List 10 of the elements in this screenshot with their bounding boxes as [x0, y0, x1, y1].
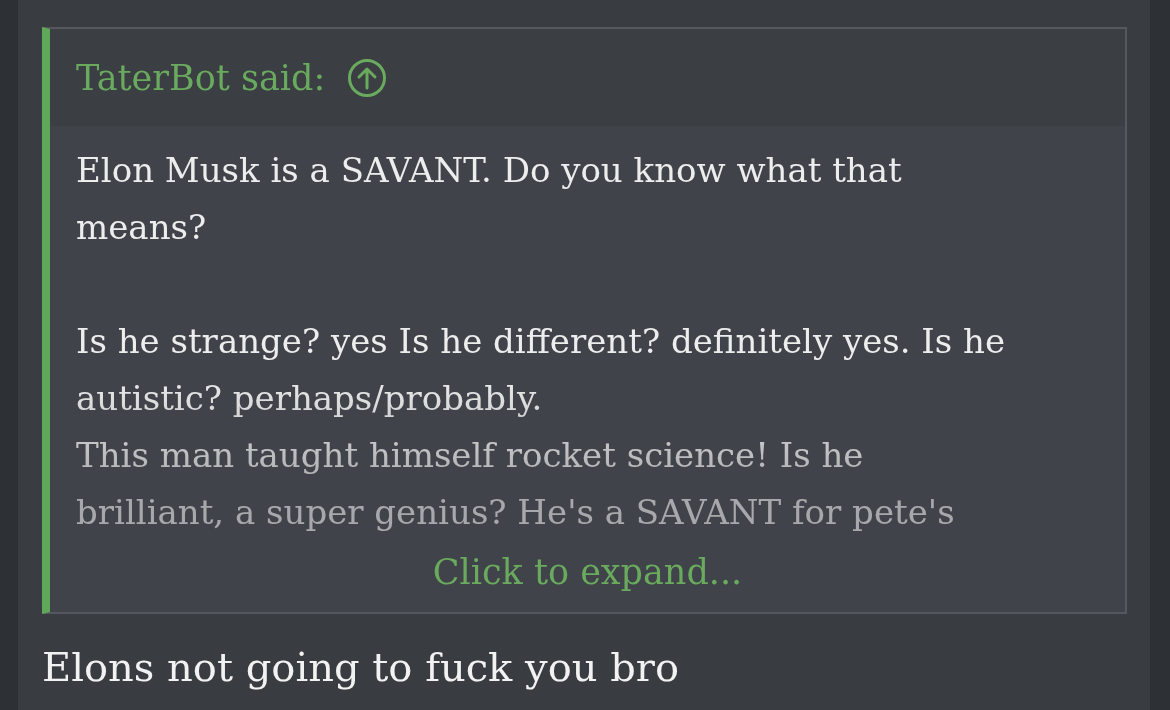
quote-text: autistic? perhaps/probably. — [76, 377, 544, 420]
expand-link[interactable]: Click to expand... — [432, 552, 743, 592]
post-text: Elons not going to fuck you bro — [42, 644, 680, 690]
quote-text: brilliant, a super genius? He's a SAVANT for pete's — [76, 491, 956, 534]
quote-text: Is he strange? yes Is he different? definitely yes. Is he — [76, 320, 1007, 363]
quote-text: Elon Musk is a SAVANT. Do you know what that — [76, 149, 903, 192]
quote-author[interactable]: TaterBot said: — [76, 57, 326, 98]
quote-text: means? — [76, 206, 208, 249]
quote-text: This man taught himself rocket science! Is he — [76, 434, 865, 477]
arrow-up-circle-icon[interactable] — [347, 57, 388, 98]
